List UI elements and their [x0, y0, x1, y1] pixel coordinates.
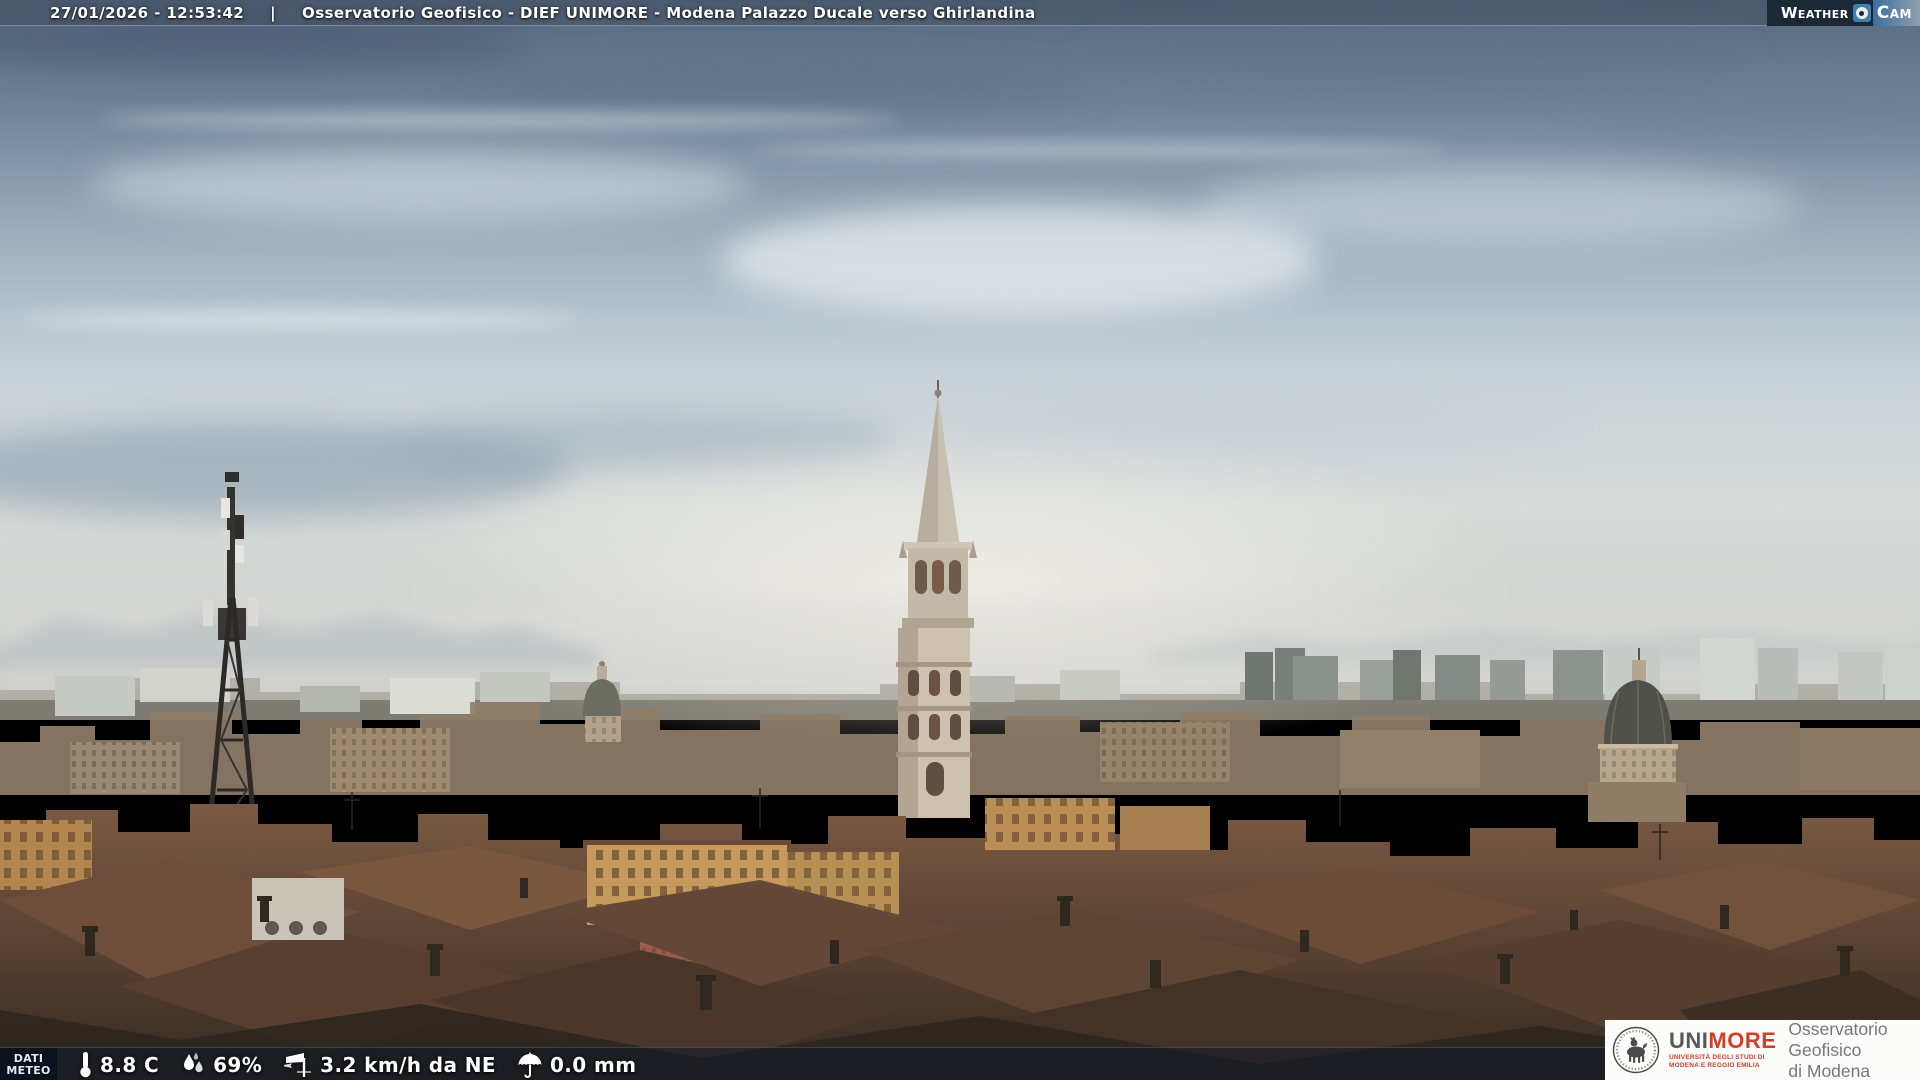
rain-reading: 0.0 mm	[517, 1052, 636, 1078]
temperature-value: 8.8 C	[100, 1053, 159, 1077]
temperature-reading: 8.8 C	[78, 1051, 159, 1078]
dati-meteo-line2: METEO	[6, 1065, 50, 1077]
webcam-photo	[0, 0, 1920, 1080]
unimore-subtitle-line2: MODENA E REGGIO EMILIA	[1669, 1062, 1776, 1070]
university-seal-icon	[1612, 1026, 1660, 1074]
unimore-subtitle-line1: UNIVERSITÀ DEGLI STUDI DI	[1669, 1054, 1776, 1062]
observatory-name: Osservatorio Geofisico di Modena	[1788, 1019, 1920, 1080]
observatory-name-line2: di Modena	[1788, 1061, 1920, 1080]
rain-value: 0.0 mm	[550, 1053, 636, 1077]
weathercam-cam-label: Cam	[1873, 0, 1920, 26]
timestamp: 27/01/2026 - 12:53:42	[50, 4, 244, 22]
unimore-acronym-gray: UNI	[1669, 1028, 1708, 1053]
observatory-name-line1: Osservatorio Geofisico	[1788, 1019, 1920, 1061]
webcam-frame: 27/01/2026 - 12:53:42 | Osservatorio Geo…	[0, 0, 1920, 1080]
unimore-acronym-red: MORE	[1708, 1028, 1776, 1053]
weathercam-weather-label: Weather	[1781, 0, 1849, 26]
wind-icon	[283, 1051, 313, 1078]
unimore-logotype: UNIMORE UNIVERSITÀ DEGLI STUDI DI MODENA…	[1669, 1030, 1776, 1070]
wind-reading: 3.2 km/h da NE	[283, 1051, 496, 1078]
camera-lens-icon	[1853, 4, 1871, 22]
humidity-reading: 69%	[180, 1052, 262, 1077]
wind-value: 3.2 km/h da NE	[320, 1053, 496, 1077]
weathercam-logo[interactable]: Weather Cam	[1767, 0, 1920, 26]
humidity-drops-icon	[180, 1052, 206, 1077]
umbrella-rain-icon	[517, 1052, 543, 1078]
dati-meteo-label: DATI METEO	[0, 1048, 57, 1080]
camera-title: Osservatorio Geofisico - DIEF UNIMORE - …	[302, 4, 1036, 22]
humidity-value: 69%	[213, 1053, 262, 1077]
dati-meteo-line1: DATI	[14, 1053, 44, 1065]
caption-separator: |	[270, 4, 276, 22]
unimore-banner[interactable]: UNIMORE UNIVERSITÀ DEGLI STUDI DI MODENA…	[1605, 1020, 1920, 1080]
caption-bar: 27/01/2026 - 12:53:42 | Osservatorio Geo…	[0, 0, 1920, 26]
thermometer-icon	[78, 1051, 93, 1078]
